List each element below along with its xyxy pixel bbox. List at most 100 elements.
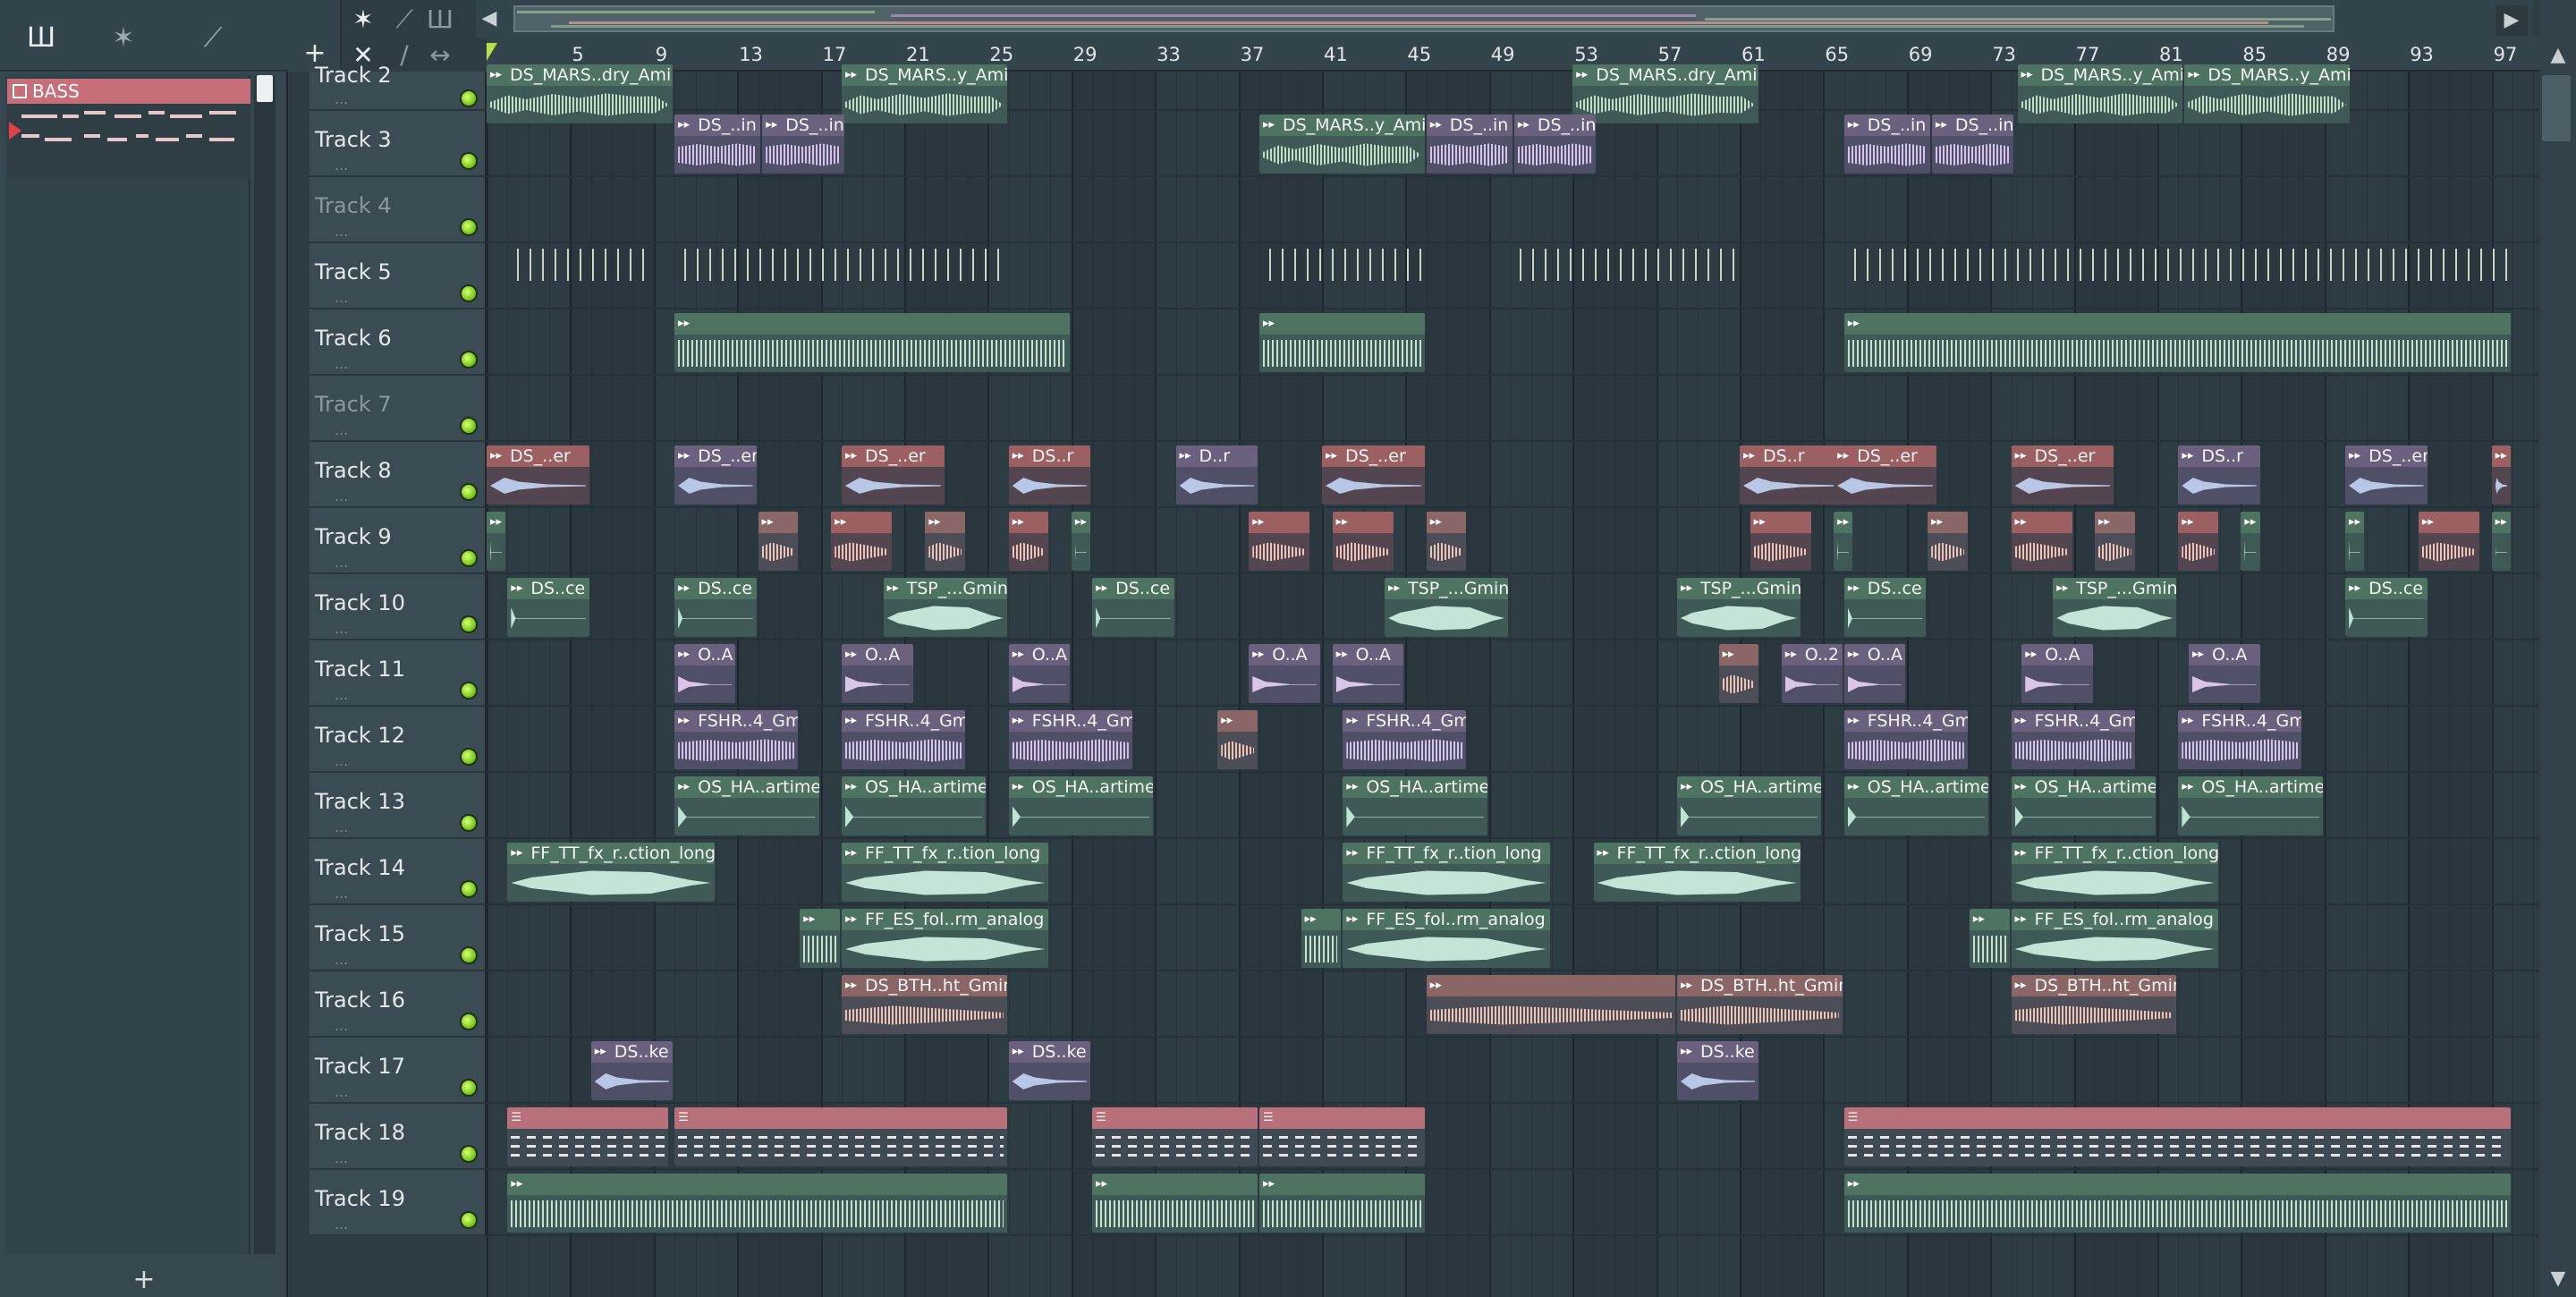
playlist-clip[interactable]: ▸▸ DS_..er — [2345, 445, 2428, 504]
playlist-clip[interactable]: ▸▸ FSHR..4_Gm — [841, 710, 966, 769]
track-header[interactable]: Track 18... — [309, 1104, 487, 1170]
playlist-clip[interactable]: ▸▸ DS..ce — [1843, 578, 1927, 637]
playlist-clip[interactable]: ▸▸ — [1258, 313, 1425, 372]
playlist-clip[interactable]: ▸▸ DS_..er — [2011, 445, 2114, 504]
picker-scroll-thumb[interactable] — [257, 75, 273, 102]
track-header[interactable]: Track 6... — [309, 309, 487, 376]
track-mute-led-icon[interactable] — [460, 152, 478, 170]
track-mute-led-icon[interactable] — [460, 615, 478, 633]
track-header[interactable]: Track 9... — [309, 508, 487, 574]
track-mute-led-icon[interactable] — [460, 946, 478, 964]
playlist-clip[interactable]: ▸▸ O..A — [674, 644, 736, 703]
playlist-clip[interactable]: ▸▸ DS..ke — [1008, 1041, 1091, 1100]
playlist-clip[interactable]: ▸▸ DS..ke — [590, 1041, 674, 1100]
track-header[interactable]: Track 10... — [309, 574, 487, 640]
automation-tool-icon[interactable]: ⟋ — [386, 4, 422, 36]
playlist-clip[interactable]: ☰ — [1258, 1107, 1425, 1166]
playlist-clip[interactable]: ☰ — [1843, 1107, 2511, 1166]
playlist-clip[interactable]: ▸▸ — [1969, 909, 2010, 968]
track-mute-led-icon[interactable] — [460, 549, 478, 567]
playlist-clip[interactable]: ▸▸ OS_HA..artime — [841, 776, 987, 835]
track-mute-led-icon[interactable] — [460, 89, 478, 107]
playlist-clip[interactable]: ▸▸ FF_TT_fx_r..ction_long — [507, 843, 715, 902]
playlist-clip[interactable]: ▸▸ DS_..in — [1843, 114, 1930, 174]
track-header[interactable]: Track 7... — [309, 376, 487, 442]
track-lane[interactable] — [487, 1038, 2538, 1104]
track-options-dots[interactable]: ... — [335, 953, 348, 967]
playlist-clip[interactable]: ▸▸ FSHR..4_Gm — [1843, 710, 1968, 769]
playlist-clip[interactable]: ▸▸ DS_BTH..ht_Gmin — [841, 975, 1007, 1034]
playlist-clip[interactable]: ▸▸ — [1258, 1174, 1425, 1233]
playlist-clip[interactable]: ▸▸ — [1332, 512, 1394, 571]
playlist-clip[interactable]: ▸▸ O..A — [2189, 644, 2260, 703]
track-options-dots[interactable]: ... — [335, 1019, 348, 1033]
playlist-clip[interactable]: ▸▸ DS_..er — [1834, 445, 1936, 504]
scroll-down-icon[interactable]: ▼ — [2540, 1261, 2576, 1297]
playlist-clip[interactable]: ▸▸ OS_HA..artime — [2011, 776, 2156, 835]
playlist-clip[interactable]: ▸▸ — [1928, 512, 1968, 571]
playlist-clip[interactable]: ▸▸ OS_HA..artime — [1008, 776, 1154, 835]
playlist-clip[interactable] — [1851, 247, 2517, 306]
playlist-clip[interactable]: ▸▸ FF_ES_fol..rm_analog — [841, 909, 1049, 968]
add-pattern-button[interactable]: + — [0, 1263, 288, 1297]
track-mute-led-icon[interactable] — [460, 1013, 478, 1030]
track-options-dots[interactable]: ... — [335, 1151, 348, 1166]
track-lane[interactable] — [487, 376, 2538, 442]
playlist-clip[interactable]: ▸▸ DS_..er — [674, 445, 757, 504]
playlist-clip[interactable]: ▸▸ DS..ce — [1092, 578, 1174, 637]
playlist-clip[interactable]: ▸▸ — [2241, 512, 2260, 571]
playlist-clip[interactable]: ▸▸ DS_..er — [1322, 445, 1425, 504]
playlist-clip[interactable]: ▸▸ — [925, 512, 966, 571]
track-options-dots[interactable]: ... — [335, 886, 348, 901]
playlist-clip[interactable]: ▸▸ DS..ce — [507, 578, 589, 637]
track-mute-led-icon[interactable] — [460, 880, 478, 898]
playlist-clip[interactable]: ▸▸ OS_HA..artime — [1676, 776, 1822, 835]
playlist-clip[interactable]: ▸▸ D..r — [1175, 445, 1258, 504]
playlist-clip[interactable]: ▸▸ — [1718, 644, 1759, 703]
playlist-clip[interactable]: ▸▸ DS_MARS..y_Amin — [1258, 114, 1425, 174]
track-mute-led-icon[interactable] — [460, 814, 478, 832]
track-options-dots[interactable]: ... — [335, 622, 348, 636]
playlist-clip[interactable]: ▸▸ — [1249, 512, 1310, 571]
track-header[interactable]: Track 8... — [309, 442, 487, 508]
track-mute-led-icon[interactable] — [460, 1145, 478, 1163]
playlist-clip[interactable]: ▸▸ FSHR..4_Gm — [2011, 710, 2135, 769]
playlist-clip[interactable]: ▸▸ DS_..er — [841, 445, 945, 504]
track-header[interactable]: Track 13... — [309, 773, 487, 839]
picker-scrollbar[interactable] — [254, 75, 275, 1254]
automation-clip-icon[interactable]: ⟋ — [195, 23, 231, 54]
track-options-dots[interactable]: ... — [335, 1217, 348, 1232]
playlist-clip[interactable]: ▸▸ — [2491, 445, 2511, 504]
playlist-clip[interactable]: ▸▸ — [2345, 512, 2365, 571]
track-options-dots[interactable]: ... — [335, 754, 348, 768]
playlist-clip[interactable]: ▸▸ — [507, 1174, 1007, 1233]
track-options-dots[interactable]: ... — [335, 92, 348, 106]
track-mute-led-icon[interactable] — [460, 218, 478, 236]
track-options-dots[interactable]: ... — [335, 158, 348, 173]
track-header[interactable]: Track 19... — [309, 1170, 487, 1236]
playlist-clip[interactable] — [1266, 247, 1431, 306]
playlist-clip[interactable]: ▸▸ DS..ce — [674, 578, 757, 637]
playlist-clip[interactable]: ▸▸ DS_..in — [762, 114, 844, 174]
track-mute-led-icon[interactable] — [460, 1211, 478, 1229]
vertical-scroll-thumb[interactable] — [2542, 75, 2571, 141]
playlist-grid[interactable]: ▸▸ DS_MARS..dry_Amin ▸▸ DS_MARS..y_Amin ▸▸ DS… — [487, 64, 2538, 1297]
track-mute-led-icon[interactable] — [460, 284, 478, 302]
playlist-clip[interactable]: ▸▸ TSP_...Gmin — [883, 578, 1007, 637]
playlist-clip[interactable]: ▸▸ — [1843, 1174, 2511, 1233]
piano-roll-tool-icon[interactable]: Ш — [422, 4, 458, 36]
playlist-clip[interactable]: ▸▸ OS_HA..artime — [1343, 776, 1487, 835]
track-mute-led-icon[interactable] — [460, 417, 478, 435]
playlist-clip[interactable]: ▸▸ — [1217, 710, 1258, 769]
playlist-clip[interactable]: ▸▸ O..A — [1843, 644, 1905, 703]
playlist-clip[interactable]: ▸▸ — [2491, 512, 2511, 571]
song-position-marker-icon[interactable] — [487, 43, 497, 61]
track-header[interactable]: Track 15... — [309, 905, 487, 971]
playlist-clip[interactable]: ▸▸ OS_HA..artime — [1843, 776, 1989, 835]
playlist-clip[interactable]: ▸▸ FF_TT_fx_r..tion_long — [1343, 843, 1550, 902]
playlist-clip[interactable]: ☰ — [1092, 1107, 1258, 1166]
playlist-clip[interactable]: ▸▸ — [1426, 512, 1467, 571]
playlist-clip[interactable]: ▸▸ OS_HA..artime — [674, 776, 819, 835]
playlist-clip[interactable]: ▸▸ O..2 — [1781, 644, 1843, 703]
playlist-clip[interactable]: ▸▸ O..A — [841, 644, 913, 703]
